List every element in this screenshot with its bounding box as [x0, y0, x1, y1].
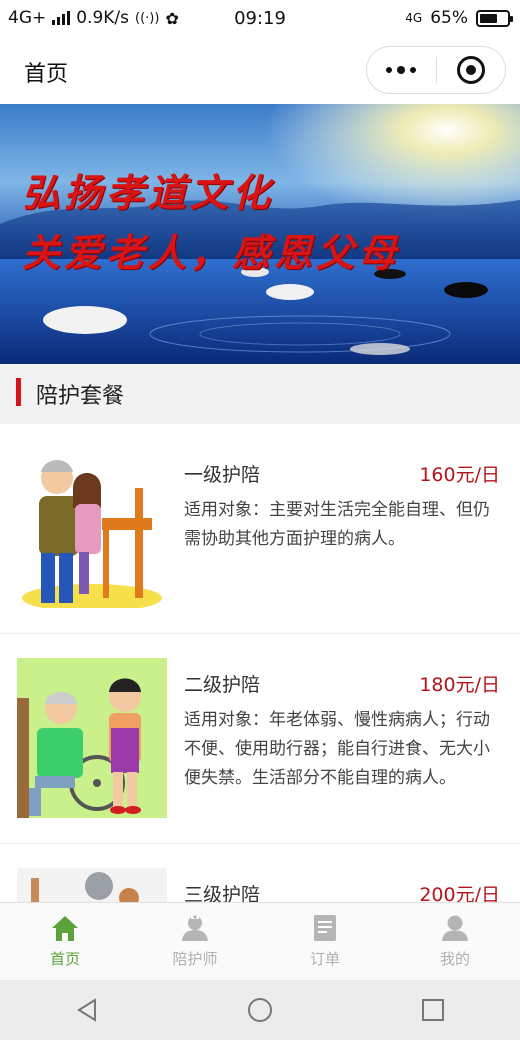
tab-bar: 首页 陪护师 订单 我的	[0, 902, 520, 980]
back-icon[interactable]	[73, 996, 101, 1024]
tab-label: 首页	[49, 950, 80, 968]
battery-percent: 65%	[430, 8, 468, 28]
package-image	[17, 658, 167, 818]
more-button[interactable]	[367, 47, 436, 93]
package-price: 180元/日	[419, 674, 500, 696]
section-title: 陪护套餐	[36, 384, 125, 409]
banner-slogan-2: 关爱老人，感恩父母	[22, 230, 401, 275]
tab-home[interactable]: 首页	[0, 903, 130, 980]
close-button[interactable]	[437, 47, 506, 93]
banner[interactable]: 弘扬孝道文化 关爱老人，感恩父母	[0, 104, 520, 364]
home-circle-icon[interactable]	[246, 996, 274, 1024]
section-header: 陪护套餐	[0, 364, 520, 424]
more-dot-icon	[410, 67, 417, 73]
tab-label: 陪护师	[172, 950, 218, 968]
tab-orders[interactable]: 订单	[260, 903, 390, 980]
package-price: 200元/日	[419, 884, 500, 902]
status-bar: 4G+ 0.9K/s ((·)) ✿ 09:19 4G 65%	[0, 0, 520, 38]
package-description: 适用对象：年老体弱、慢性病病人；行动不便、使用助行器；能自行进食、无大小便失禁。…	[184, 710, 490, 788]
package-description: 适用对象：主要对生活完全能自理、但仍需协助其他方面护理的病人。	[184, 500, 490, 549]
nav-bar: 首页	[0, 38, 520, 104]
target-icon	[456, 56, 485, 84]
tab-label: 订单	[309, 950, 340, 968]
miniprogram-capsule	[366, 46, 506, 94]
app-screen: 4G+ 0.9K/s ((·)) ✿ 09:19 4G 65% 首页 弘扬孝道文…	[0, 0, 520, 1040]
package-name: 三级护陪	[184, 884, 261, 902]
more-dot-icon	[386, 67, 393, 73]
caregiver-icon	[182, 915, 208, 941]
package-price: 160元/日	[419, 464, 500, 486]
home-icon	[52, 916, 78, 941]
package-image	[17, 448, 167, 608]
package-item[interactable]: 一级护陪 160元/日 适用对象：主要对生活完全能自理、但仍需协助其他方面护理的…	[0, 424, 520, 634]
package-item[interactable]: 三级护陪 200元/日	[0, 844, 520, 902]
package-list: 一级护陪 160元/日 适用对象：主要对生活完全能自理、但仍需协助其他方面护理的…	[0, 424, 520, 902]
package-item[interactable]: 二级护陪 180元/日 适用对象：年老体弱、慢性病病人；行动不便、使用助行器；能…	[0, 634, 520, 844]
package-name: 二级护陪	[184, 674, 261, 696]
user-icon	[442, 915, 468, 941]
system-nav-bar	[0, 980, 520, 1040]
network-type-right: 4G	[405, 11, 423, 25]
package-image	[17, 868, 167, 902]
tab-profile[interactable]: 我的	[390, 903, 520, 980]
battery-icon	[476, 9, 513, 27]
tab-label: 我的	[439, 950, 470, 968]
banner-slogan-1: 弘扬孝道文化	[22, 170, 275, 215]
tab-caregiver[interactable]: 陪护师	[130, 903, 260, 980]
order-icon	[314, 915, 336, 941]
page-title: 首页	[24, 62, 69, 87]
section-marker	[16, 378, 21, 406]
package-name: 一级护陪	[184, 464, 261, 486]
more-dot-icon	[397, 66, 406, 74]
recents-icon[interactable]	[419, 996, 447, 1024]
